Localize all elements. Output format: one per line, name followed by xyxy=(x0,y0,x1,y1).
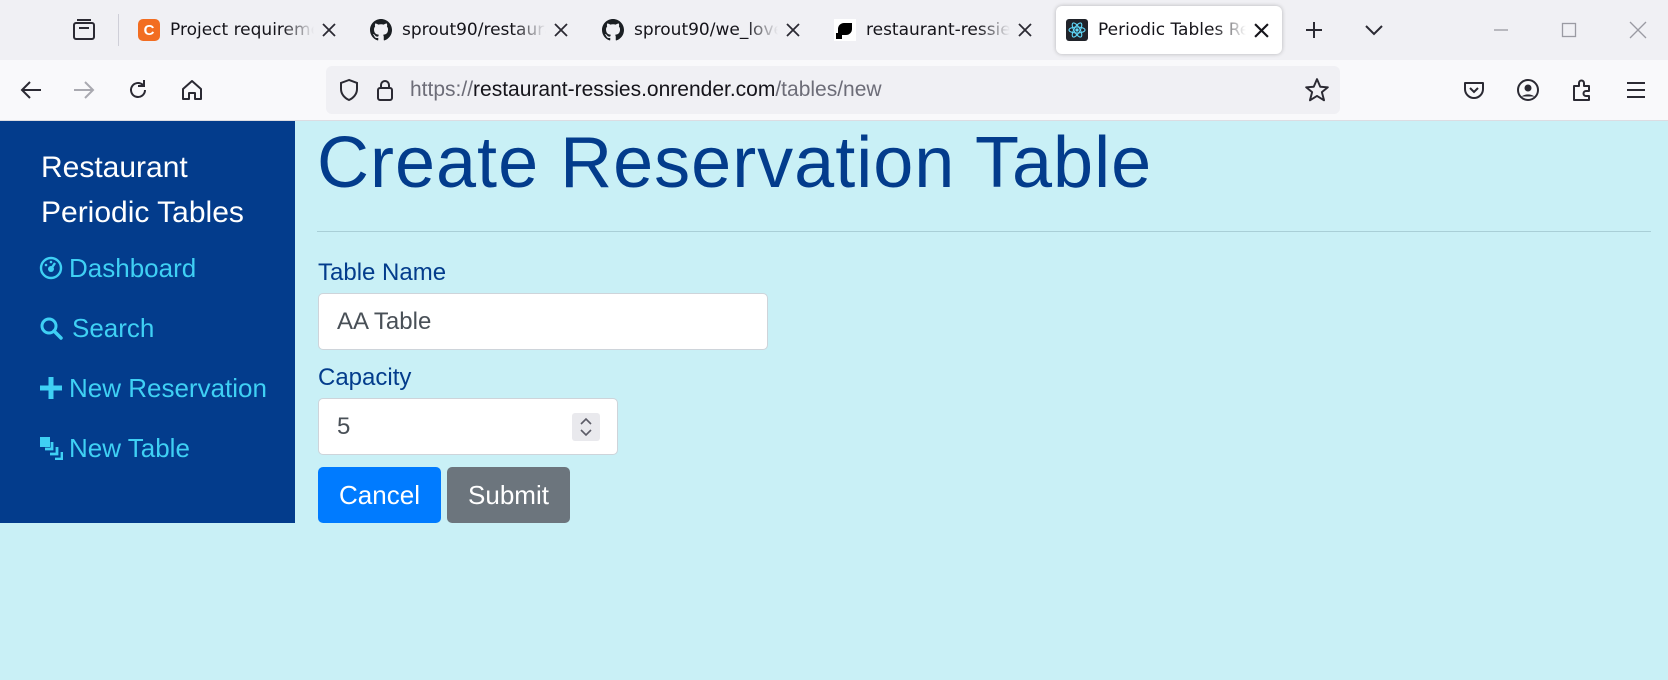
brand-title[interactable]: Restaurant Periodic Tables xyxy=(41,145,281,235)
reload-button[interactable] xyxy=(120,72,156,108)
url-text[interactable]: https://restaurant-ressies.onrender.com/… xyxy=(410,78,882,102)
lock-icon[interactable] xyxy=(370,75,400,105)
extensions-button[interactable] xyxy=(1564,72,1600,108)
sidebar: Restaurant Periodic Tables Dashboard Sea… xyxy=(0,121,295,523)
reload-icon xyxy=(130,80,146,98)
puzzle-icon xyxy=(1573,79,1590,101)
home-button[interactable] xyxy=(174,72,210,108)
search-icon xyxy=(38,315,64,341)
tab-close-icon[interactable] xyxy=(1250,19,1272,41)
hamburger-menu-icon xyxy=(1627,82,1645,98)
layers-icon xyxy=(38,435,64,461)
github-icon xyxy=(602,19,624,41)
bookmark-star-icon[interactable] xyxy=(1302,75,1332,105)
tab-close-icon[interactable] xyxy=(1014,19,1036,41)
tab-close-icon[interactable] xyxy=(318,19,340,41)
back-button[interactable] xyxy=(13,72,49,108)
tab-title: restaurant-ressies xyxy=(866,20,1010,40)
close-icon xyxy=(1629,21,1647,39)
tab-render-restaurant-ressies[interactable]: restaurant-ressies xyxy=(824,6,1046,54)
pocket-icon xyxy=(1464,82,1484,99)
list-all-tabs-button[interactable] xyxy=(1356,12,1392,48)
maximize-icon xyxy=(1561,22,1577,38)
navigation-toolbar: https://restaurant-ressies.onrender.com/… xyxy=(0,60,1668,121)
sidebar-item-new-reservation[interactable]: New Reservation xyxy=(38,368,267,408)
url-host: restaurant-ressies.onrender.com xyxy=(473,78,776,101)
minimize-button[interactable] xyxy=(1483,12,1519,48)
tab-close-icon[interactable] xyxy=(550,19,572,41)
capacity-stepper[interactable] xyxy=(572,413,600,441)
c-orange-icon: C xyxy=(138,19,160,41)
minimize-icon xyxy=(1494,29,1508,31)
url-bar[interactable]: https://restaurant-ressies.onrender.com/… xyxy=(326,66,1340,114)
plus-icon xyxy=(1306,22,1322,38)
page-title: Create Reservation Table xyxy=(317,123,1153,203)
menu-button[interactable] xyxy=(1618,72,1654,108)
tab-strip: C Project requirements sprout90/restaura… xyxy=(0,0,1668,60)
title-divider xyxy=(317,231,1651,232)
tab-periodic-tables[interactable]: Periodic Tables Res xyxy=(1056,6,1282,54)
sidebar-item-label: Dashboard xyxy=(69,252,197,283)
url-scheme: https:// xyxy=(410,78,474,101)
tab-github-restaurant[interactable]: sprout90/restaurant xyxy=(360,6,582,54)
react-icon xyxy=(1066,19,1088,41)
sidebar-item-label: Search xyxy=(72,312,155,343)
table-name-label: Table Name xyxy=(318,259,447,286)
tab-title: sprout90/we_love xyxy=(634,20,778,40)
account-icon xyxy=(1517,79,1539,101)
tab-project-requirements[interactable]: C Project requirements xyxy=(128,6,350,54)
firefox-view-button[interactable] xyxy=(66,12,102,48)
sidebar-item-dashboard[interactable]: Dashboard xyxy=(38,248,196,288)
back-arrow-icon xyxy=(20,81,41,99)
new-tab-button[interactable] xyxy=(1296,12,1332,48)
account-button[interactable] xyxy=(1510,72,1546,108)
tab-title: Project requirements xyxy=(170,20,314,40)
home-icon xyxy=(182,80,202,100)
render-icon xyxy=(834,19,856,41)
tab-close-icon[interactable] xyxy=(782,19,804,41)
svg-text:C: C xyxy=(144,22,155,39)
chevron-down-icon xyxy=(1365,25,1383,36)
capacity-input[interactable] xyxy=(319,399,569,454)
dashboard-icon xyxy=(38,255,64,281)
url-path: /tables/new xyxy=(775,78,882,101)
forward-arrow-icon xyxy=(74,81,95,99)
tab-title: Periodic Tables Res xyxy=(1098,20,1246,40)
submit-button[interactable]: Submit xyxy=(447,467,570,523)
sidebar-item-label: New Reservation xyxy=(69,372,267,403)
tab-separator xyxy=(118,14,119,46)
stepper-arrows-icon xyxy=(580,417,592,437)
sidebar-item-new-table[interactable]: New Table xyxy=(38,428,190,468)
plus-icon xyxy=(38,375,64,401)
firefox-view-icon xyxy=(73,19,95,40)
shield-icon[interactable] xyxy=(334,75,364,105)
cancel-button[interactable]: Cancel xyxy=(318,467,441,523)
tab-title: sprout90/restaurant xyxy=(402,20,546,40)
pocket-button[interactable] xyxy=(1456,72,1492,108)
github-icon xyxy=(370,19,392,41)
tab-github-we-love[interactable]: sprout90/we_love xyxy=(592,6,814,54)
table-name-input[interactable] xyxy=(318,293,768,350)
sidebar-item-search[interactable]: Search xyxy=(38,308,154,348)
capacity-label: Capacity xyxy=(318,364,412,391)
maximize-button[interactable] xyxy=(1551,12,1587,48)
capacity-field[interactable] xyxy=(318,398,618,455)
forward-button[interactable] xyxy=(66,72,102,108)
close-window-button[interactable] xyxy=(1620,12,1656,48)
sidebar-item-label: New Table xyxy=(69,432,190,463)
